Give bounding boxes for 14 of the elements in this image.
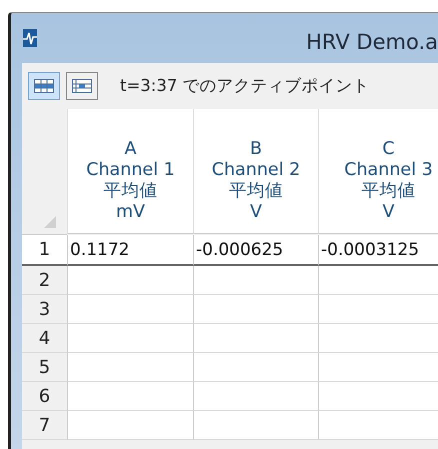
column-header[interactable]: B Channel 2 平均値 V [193, 109, 318, 234]
active-point-label: t=3:37 でのアクティブポイント [120, 75, 370, 97]
table-cell: -0.000625 [193, 235, 318, 266]
table-layout-icon [34, 79, 54, 93]
window-title: HRV Demo.a [305, 29, 438, 54]
table-cell: -0.0003125 [318, 235, 438, 266]
column-header[interactable]: C Channel 3 平均値 V [318, 109, 438, 234]
table-cell: 0.1172 [67, 235, 193, 266]
grid-view-button[interactable] [28, 72, 60, 100]
row-number: 1 [22, 235, 67, 266]
app-logo-icon [23, 29, 37, 47]
column-header[interactable]: A Channel 1 平均値 mV [67, 109, 193, 234]
grid-view-button[interactable] [66, 72, 98, 100]
table-layout-icon [72, 79, 92, 93]
